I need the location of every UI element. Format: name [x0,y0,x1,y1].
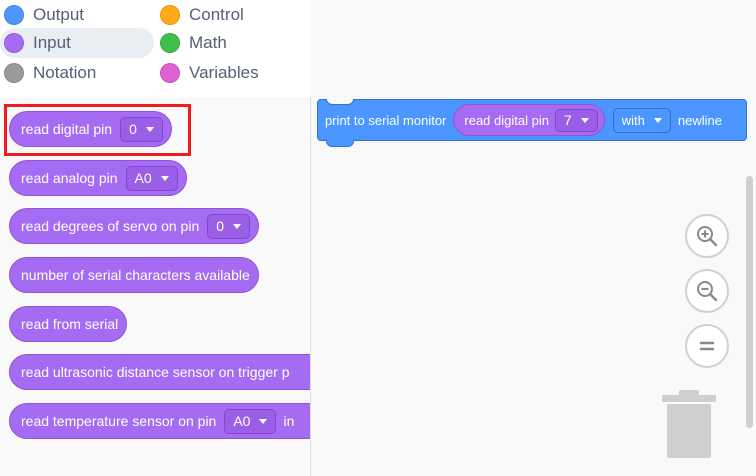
category-label: Variables [189,63,259,82]
input-color-dot [4,33,24,53]
category-label: Control [189,5,244,24]
category-menu: Output Control Input Math Notation Varia… [0,0,311,97]
caret-down-icon [259,418,268,424]
caret-down-icon [233,223,242,229]
zoom-reset-button[interactable] [685,324,729,368]
read-ultrasonic-block[interactable]: read ultrasonic distance sensor on trigg… [9,354,310,390]
caret-down-icon [653,117,662,123]
category-label: Input [33,33,71,52]
dropdown-value: 7 [563,112,572,128]
category-input[interactable]: Input [0,28,154,58]
print-serial-monitor-block[interactable]: print to serial monitor read digital pin… [317,99,747,147]
block-label: read degrees of servo on pin [21,218,200,234]
block-label: read digital pin [21,121,113,137]
notation-color-dot [4,63,24,83]
caret-down-icon [145,126,154,132]
pin-dropdown[interactable]: A0 [125,165,178,191]
math-color-dot [160,33,180,53]
trash-icon[interactable] [662,390,716,458]
category-label: Output [33,5,85,24]
output-color-dot [4,5,24,25]
category-output[interactable]: Output [0,0,150,30]
pin-dropdown[interactable]: A0 [224,408,277,434]
category-notation[interactable]: Notation [0,58,150,88]
pin-dropdown[interactable]: 0 [207,213,251,239]
pin-dropdown[interactable]: 0 [120,116,163,142]
category-label: Math [189,33,227,52]
block-label: number of serial characters available [21,267,250,283]
block-notch [326,140,354,147]
zoom-in-button[interactable] [685,214,729,258]
zoom-out-button[interactable] [685,269,729,313]
category-math[interactable]: Math [156,28,306,58]
zoom-reset-icon [699,341,715,351]
block-label: read digital pin [464,112,549,128]
newline-label: newline [677,112,722,128]
dropdown-value: A0 [233,413,251,429]
block-label: read temperature sensor on pin [21,413,217,429]
read-digital-pin-block[interactable]: read digital pin 7 [453,104,605,136]
category-variables[interactable]: Variables [156,58,306,88]
block-label: read ultrasonic distance sensor on trigg… [21,364,290,380]
block-label: print to serial monitor [325,112,447,128]
read-temperature-block[interactable]: read temperature sensor on pin A0 in [9,403,310,439]
block-notch [326,99,354,105]
category-label: Notation [33,63,97,82]
editor: Output Control Input Math Notation Varia… [0,0,756,476]
block-flyout: read digital pin 0 read analog pin A0 re… [0,97,311,476]
dropdown-value: 0 [129,121,137,137]
read-from-serial-block[interactable]: read from serial [9,306,128,342]
read-servo-degrees-block[interactable]: read degrees of servo on pin 0 [9,208,260,244]
dropdown-value: A0 [134,170,152,186]
dropdown-value: 0 [216,218,225,234]
zoom-in-icon [697,226,718,247]
serial-characters-available-block[interactable]: number of serial characters available [9,257,259,293]
category-control[interactable]: Control [156,0,306,30]
zoom-out-icon [697,281,718,302]
dropdown-value: with [621,112,645,128]
block-label: read analog pin [21,170,118,186]
caret-down-icon [160,175,169,181]
caret-down-icon [580,117,589,123]
variables-color-dot [160,63,180,83]
read-analog-pin-block[interactable]: read analog pin A0 [9,160,187,196]
read-digital-pin-block[interactable]: read digital pin 0 [9,111,172,147]
workspace-scrollbar[interactable] [746,176,753,428]
newline-mode-dropdown[interactable]: with [612,107,671,133]
unit-label: in [283,413,295,429]
pin-dropdown[interactable]: 7 [554,108,598,132]
control-color-dot [160,5,180,25]
block-label: read from serial [21,316,119,332]
